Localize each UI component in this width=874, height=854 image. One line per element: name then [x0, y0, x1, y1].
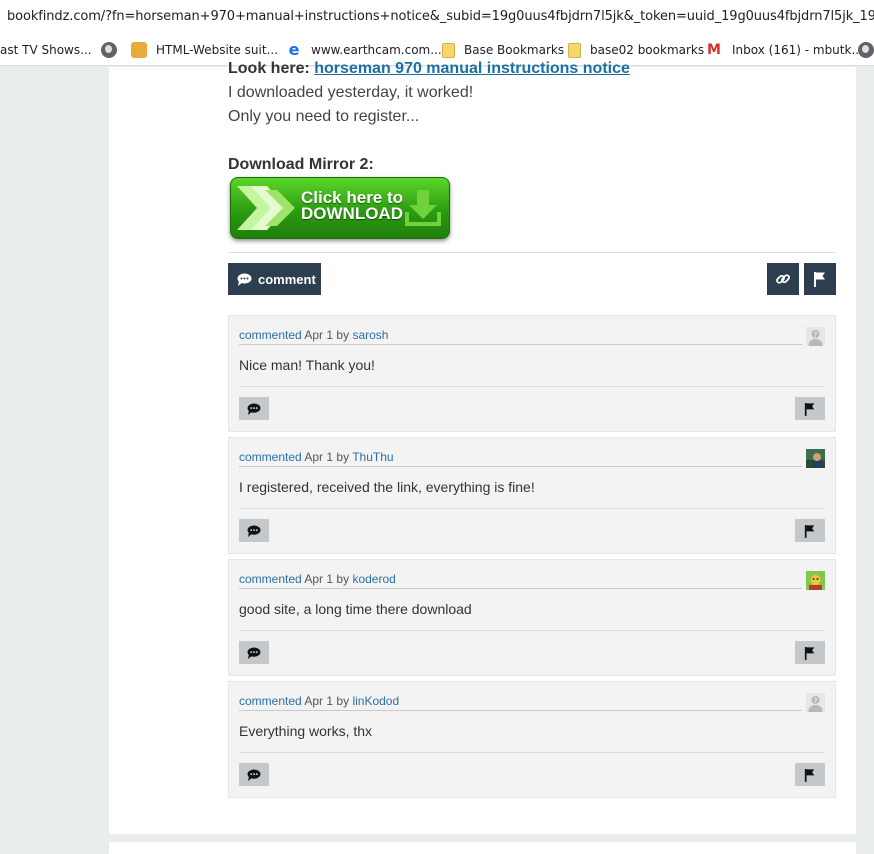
reply-button[interactable] [239, 763, 269, 786]
comment-divider [239, 630, 825, 631]
html-icon [131, 42, 147, 58]
page-background: Look here: horseman 970 manual instructi… [0, 60, 874, 854]
comment-button-label: comment [258, 271, 316, 287]
url-text[interactable]: bookfindz.com/?fn=horseman+970+manual+in… [7, 9, 874, 24]
comment-text: Everything works, thx [239, 723, 373, 739]
post-content: Look here: horseman 970 manual instructi… [109, 60, 856, 834]
manual-link[interactable]: horseman 970 manual instructions notice [314, 60, 630, 77]
comment-author-link[interactable]: linKodod [352, 694, 399, 708]
chevrons-icon [237, 186, 295, 230]
speech-bubble-icon [237, 273, 252, 286]
address-bar[interactable]: bookfindz.com/?fn=horseman+970+manual+in… [0, 0, 874, 34]
bookmark-label: Base Bookmarks [464, 43, 565, 57]
comment-card: commented Apr 1 by ThuThu I registered, … [228, 437, 836, 554]
comment-date: Apr 1 [304, 694, 334, 708]
bookmark-label: www.earthcam.com... [311, 43, 442, 57]
bookmark-tv-shows[interactable]: ast TV Shows... [0, 34, 92, 66]
bookmark-globe[interactable] [101, 34, 126, 66]
comment-by: by [336, 694, 350, 708]
bookmark-label: Inbox (161) - mbutk... [732, 43, 863, 57]
comment-date: Apr 1 [304, 450, 334, 464]
folder-icon [568, 42, 581, 58]
download-line-2: DOWNLOAD [301, 204, 403, 223]
flag-icon [804, 768, 815, 782]
comment-by: by [336, 572, 350, 586]
meta-rule [239, 466, 802, 467]
gmail-icon: M [707, 42, 721, 58]
link-icon [776, 274, 790, 284]
comment-button[interactable]: comment [228, 263, 321, 295]
flag-comment-button[interactable] [795, 641, 825, 664]
speech-bubble-icon [247, 524, 261, 537]
default-avatar[interactable]: ? [806, 327, 825, 346]
comment-by: by [336, 328, 350, 342]
bookmark-globe-2[interactable] [858, 34, 874, 66]
svg-text:?: ? [814, 331, 818, 339]
svg-text:?: ? [814, 697, 818, 705]
bookmark-label: ast TV Shows... [0, 43, 92, 57]
flag-comment-button[interactable] [795, 519, 825, 542]
commented-link[interactable]: commented [239, 450, 302, 464]
bookmark-label: base02 bookmarks [590, 43, 705, 57]
globe-icon [101, 42, 117, 58]
comment-author-link[interactable]: koderod [352, 572, 395, 586]
flag-comment-button[interactable] [795, 763, 825, 786]
comment-text: Nice man! Thank you! [239, 357, 375, 373]
comment-meta: commented Apr 1 by ThuThu [239, 450, 394, 464]
comment-card: commented Apr 1 by linKodod ? Everything… [228, 681, 836, 798]
post-line-2: Only you need to register... [228, 108, 420, 125]
meta-rule [239, 710, 802, 711]
flag-comment-button[interactable] [795, 397, 825, 420]
flag-post-button[interactable] [804, 263, 836, 295]
post-line-1: I downloaded yesterday, it worked! [228, 84, 474, 101]
flag-icon [804, 646, 815, 660]
commented-link[interactable]: commented [239, 694, 302, 708]
comment-meta: commented Apr 1 by linKodod [239, 694, 399, 708]
reply-button[interactable] [239, 641, 269, 664]
flag-icon [804, 402, 815, 416]
cartoon-avatar[interactable] [806, 571, 825, 590]
comment-text: good site, a long time there download [239, 601, 472, 617]
speech-bubble-icon [247, 768, 261, 781]
comment-card: commented Apr 1 by sarosh ? Nice man! Th… [228, 315, 836, 432]
look-here-line: Look here: horseman 970 manual instructi… [228, 60, 630, 78]
comment-author-link[interactable]: ThuThu [352, 450, 393, 464]
meta-rule [239, 344, 802, 345]
ie-icon: e [288, 40, 300, 59]
bookmark-label: HTML-Website suit... [156, 43, 279, 57]
mirror-heading: Download Mirror 2: [228, 156, 374, 173]
reply-button[interactable] [239, 397, 269, 420]
globe-icon [858, 42, 874, 58]
share-link-button[interactable] [767, 263, 799, 295]
comment-meta: commented Apr 1 by koderod [239, 572, 396, 586]
comment-date: Apr 1 [304, 572, 334, 586]
comment-divider [239, 386, 825, 387]
commented-link[interactable]: commented [239, 328, 302, 342]
flag-icon [804, 524, 815, 538]
folder-icon [442, 42, 455, 58]
comment-divider [239, 752, 825, 753]
look-here-label: Look here: [228, 60, 310, 77]
download-button[interactable]: Click here to DOWNLOAD [230, 177, 450, 239]
comment-meta: commented Apr 1 by sarosh [239, 328, 388, 342]
flag-icon [814, 272, 825, 287]
commented-link[interactable]: commented [239, 572, 302, 586]
comment-text: I registered, received the link, everyth… [239, 479, 535, 495]
speech-bubble-icon [247, 646, 261, 659]
comment-author-link[interactable]: sarosh [352, 328, 388, 342]
photo-avatar[interactable] [806, 449, 825, 468]
meta-rule [239, 588, 802, 589]
bookmark-gmail[interactable]: M Inbox (161) - mbutk... [707, 34, 863, 66]
reply-button[interactable] [239, 519, 269, 542]
divider [228, 252, 836, 253]
speech-bubble-icon [247, 402, 261, 415]
comment-card: commented Apr 1 by koderod good site, a … [228, 559, 836, 676]
comment-divider [239, 508, 825, 509]
comment-date: Apr 1 [304, 328, 334, 342]
comment-by: by [336, 450, 350, 464]
default-avatar[interactable]: ? [806, 693, 825, 712]
download-arrow-icon [405, 190, 441, 226]
next-section [109, 842, 856, 854]
